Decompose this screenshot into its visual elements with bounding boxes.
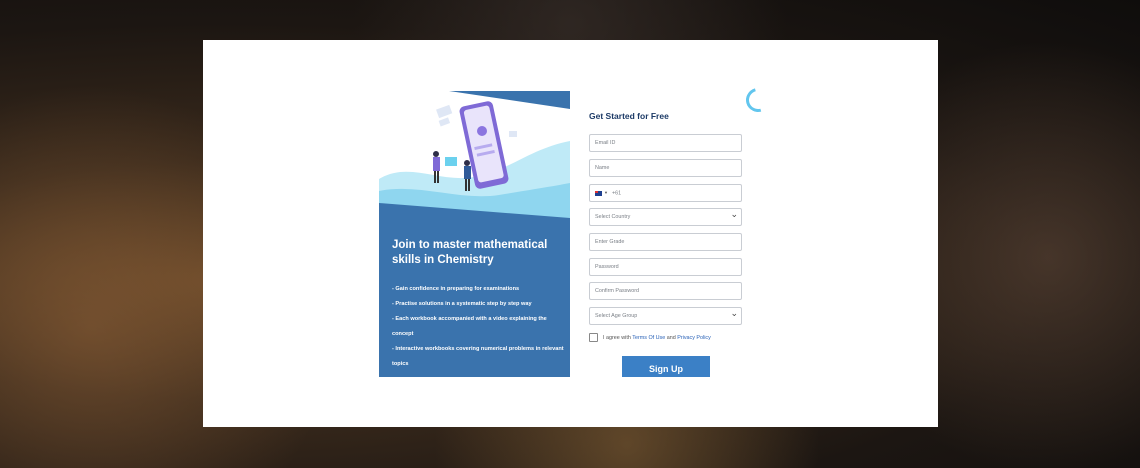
agree-and-text: and: [666, 334, 676, 341]
country-select[interactable]: Select Country: [589, 206, 742, 226]
confirm-password-field[interactable]: Confirm Password: [589, 282, 742, 300]
promo-title: Join to master mathematical skills in Ch…: [392, 239, 548, 266]
benefit-item: Interactive workbooks covering numerical…: [392, 342, 564, 372]
phone-country-code: +61: [611, 190, 622, 197]
terms-of-use-link[interactable]: Terms Of Use: [632, 335, 665, 341]
australia-flag-icon[interactable]: [595, 190, 602, 196]
terms-agreement: I agree with Terms Of Use and Privacy Po…: [589, 333, 711, 342]
email-field[interactable]: Email ID: [589, 134, 742, 152]
chevron-down-icon: ▼: [604, 190, 608, 195]
form-title: Get Started for Free: [589, 111, 669, 121]
privacy-policy-link[interactable]: Privacy Policy: [677, 335, 711, 341]
grade-field[interactable]: Enter Grade: [589, 233, 742, 251]
benefit-item: Each workbook accompanied with a video e…: [392, 312, 564, 342]
promo-panel: Join to master mathematical skills in Ch…: [379, 91, 570, 377]
promo-benefits-list: Gain confidence in preparing for examina…: [392, 282, 564, 372]
agree-text: I agree with: [603, 334, 631, 341]
password-field[interactable]: Password: [589, 258, 742, 276]
agree-checkbox[interactable]: [589, 333, 598, 342]
name-field[interactable]: Name: [589, 159, 742, 177]
age-group-select[interactable]: Select Age Group: [589, 305, 742, 325]
benefit-item: Gain confidence in preparing for examina…: [392, 282, 564, 297]
phone-illustration: [379, 91, 570, 218]
signup-button[interactable]: Sign Up: [622, 356, 710, 377]
phone-field[interactable]: ▼ +61: [589, 184, 742, 202]
benefit-item: Practise solutions in a systematic step …: [392, 297, 564, 312]
